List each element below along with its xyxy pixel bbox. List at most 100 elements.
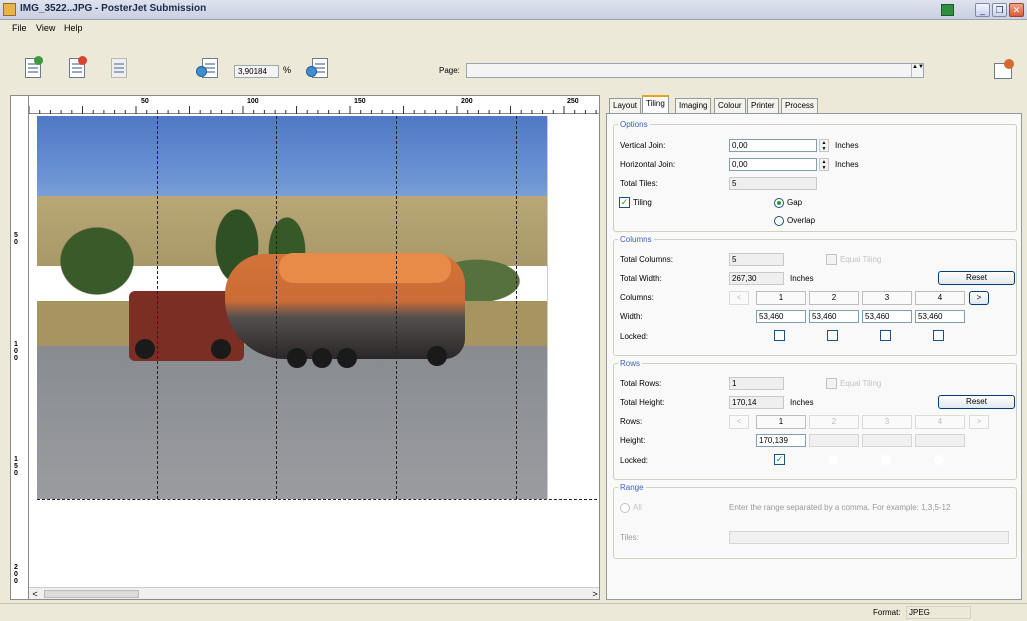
restore-button[interactable]: ❐	[992, 3, 1007, 17]
top-ruler: 50 100 150 200 250	[11, 96, 599, 114]
ruler-label: 100	[247, 98, 259, 105]
tile-divider	[396, 116, 397, 499]
rows-equal-tiling-label: Equal Tiling	[840, 379, 882, 388]
column-4-locked-checkbox[interactable]	[933, 330, 944, 341]
tiles-field[interactable]	[729, 531, 1009, 544]
tab-tiling[interactable]: Tiling	[642, 95, 669, 114]
horizontal-join-spinner[interactable]: ▲ ▼	[819, 158, 829, 171]
vertical-join-unit: Inches	[835, 141, 859, 150]
column-width-label: Width:	[620, 312, 643, 321]
ruler-label: 5 0	[14, 232, 18, 246]
columns-equal-tiling-label: Equal Tiling	[840, 255, 882, 264]
rows-equal-tiling-checkbox[interactable]	[826, 378, 837, 389]
gap-radio[interactable]	[774, 198, 784, 208]
scroll-left-button[interactable]: <	[29, 588, 41, 599]
column-2-locked-checkbox[interactable]	[827, 330, 838, 341]
columns-next-button[interactable]: >	[969, 291, 989, 305]
rows-locked-label: Locked:	[620, 456, 649, 465]
columns-equal-tiling-checkbox[interactable]	[826, 254, 837, 265]
horizontal-join-field[interactable]: 0,00	[729, 158, 817, 171]
rows-prev-button[interactable]: <	[729, 415, 749, 429]
minimize-button[interactable]: _	[975, 3, 990, 17]
column-2-width-field[interactable]: 53,460	[809, 310, 859, 323]
row-4-button[interactable]: 4	[915, 415, 965, 429]
page-select[interactable]: ▲▼	[466, 63, 924, 78]
column-1-button[interactable]: 1	[756, 291, 806, 305]
row-4-height-field	[915, 434, 965, 447]
columns-prev-button[interactable]: <	[729, 291, 749, 305]
total-rows-field[interactable]: 1	[729, 377, 784, 390]
tile-divider	[37, 499, 597, 500]
rows-next-button[interactable]: >	[969, 415, 989, 429]
export-icon[interactable]	[993, 58, 1017, 82]
options-title: Options	[618, 120, 650, 129]
total-columns-field[interactable]: 5	[729, 253, 784, 266]
menu-view[interactable]: View	[36, 23, 55, 33]
window-title: IMG_3522..JPG - PosterJet Submission	[20, 3, 207, 14]
ruler-label: 150	[354, 98, 366, 105]
menu-file[interactable]: File	[12, 23, 27, 33]
add-file-icon[interactable]	[22, 56, 46, 80]
remove-file-icon[interactable]	[66, 56, 90, 80]
row-1-locked-checkbox[interactable]: ✓	[774, 454, 785, 465]
column-3-button[interactable]: 3	[862, 291, 912, 305]
close-button[interactable]: ✕	[1009, 3, 1024, 17]
status-indicator-icon	[941, 4, 954, 16]
total-height-field: 170,14	[729, 396, 784, 409]
total-width-label: Total Width:	[620, 274, 662, 283]
columns-reset-button[interactable]: Reset	[938, 271, 1015, 285]
row-1-button[interactable]: 1	[756, 415, 806, 429]
page-spinner[interactable]: ▲▼	[911, 64, 924, 77]
zoom-in-icon[interactable]	[306, 56, 330, 80]
tab-process[interactable]: Process	[781, 98, 818, 113]
tiling-checkbox[interactable]: ✓	[619, 197, 630, 208]
scroll-right-button[interactable]: >	[589, 588, 599, 599]
row-4-locked-placeholder	[934, 455, 944, 465]
columns-locked-label: Locked:	[620, 332, 649, 341]
columns-group: Columns Total Columns: 5 Equal Tiling To…	[613, 235, 1017, 356]
column-4-width-field[interactable]: 53,460	[915, 310, 965, 323]
gap-label: Gap	[787, 198, 803, 207]
tab-colour[interactable]: Colour	[714, 98, 746, 113]
total-width-field: 267,30	[729, 272, 784, 285]
column-2-button[interactable]: 2	[809, 291, 859, 305]
overlap-radio[interactable]	[774, 216, 784, 226]
vertical-join-field[interactable]: 0,00	[729, 139, 817, 152]
left-ruler: 5 0 1 0 0 1 5 0 2 0 0	[11, 96, 29, 599]
settings-panel: Layout Tiling Imaging Colour Printer Pro…	[606, 95, 1022, 600]
horizontal-join-label: Horizontal Join:	[620, 160, 676, 169]
range-title: Range	[618, 483, 646, 492]
rows-group: Rows Total Rows: 1 Equal Tiling Total He…	[613, 359, 1017, 480]
rows-reset-button[interactable]: Reset	[938, 395, 1015, 409]
vertical-join-spinner[interactable]: ▲ ▼	[819, 139, 829, 152]
row-2-button[interactable]: 2	[809, 415, 859, 429]
tab-layout[interactable]: Layout	[609, 98, 642, 113]
tiles-label: Tiles:	[620, 533, 639, 542]
ruler-label: 1 5 0	[14, 456, 18, 477]
file-info-icon[interactable]	[108, 56, 132, 80]
ruler-label: 250	[567, 98, 579, 105]
tab-imaging[interactable]: Imaging	[675, 98, 712, 113]
menu-help[interactable]: Help	[64, 23, 83, 33]
tab-printer[interactable]: Printer	[747, 98, 779, 113]
column-3-locked-checkbox[interactable]	[880, 330, 891, 341]
zoom-unit-label: %	[283, 65, 292, 75]
page-label: Page:	[439, 66, 460, 75]
zoom-out-icon[interactable]	[196, 56, 220, 80]
total-rows-label: Total Rows:	[620, 379, 662, 388]
row-1-height-field[interactable]: 170,139	[756, 434, 806, 447]
total-height-unit: Inches	[790, 398, 814, 407]
scroll-thumb[interactable]	[44, 590, 139, 598]
horizontal-scrollbar[interactable]: < >	[29, 587, 599, 599]
all-radio[interactable]	[620, 503, 630, 513]
total-tiles-field: 5	[729, 177, 817, 190]
row-3-button[interactable]: 3	[862, 415, 912, 429]
row-2-locked-placeholder	[828, 455, 838, 465]
column-1-width-field[interactable]: 53,460	[756, 310, 806, 323]
preview-pane: 50 100 150 200 250 5 0 1 0 0 1 5 0 2 0 0	[10, 95, 600, 600]
column-4-button[interactable]: 4	[915, 291, 965, 305]
zoom-field[interactable]: 3,90184	[234, 65, 279, 78]
column-1-locked-checkbox[interactable]	[774, 330, 785, 341]
column-3-width-field[interactable]: 53,460	[862, 310, 912, 323]
rows-nav-label: Rows:	[620, 417, 643, 426]
